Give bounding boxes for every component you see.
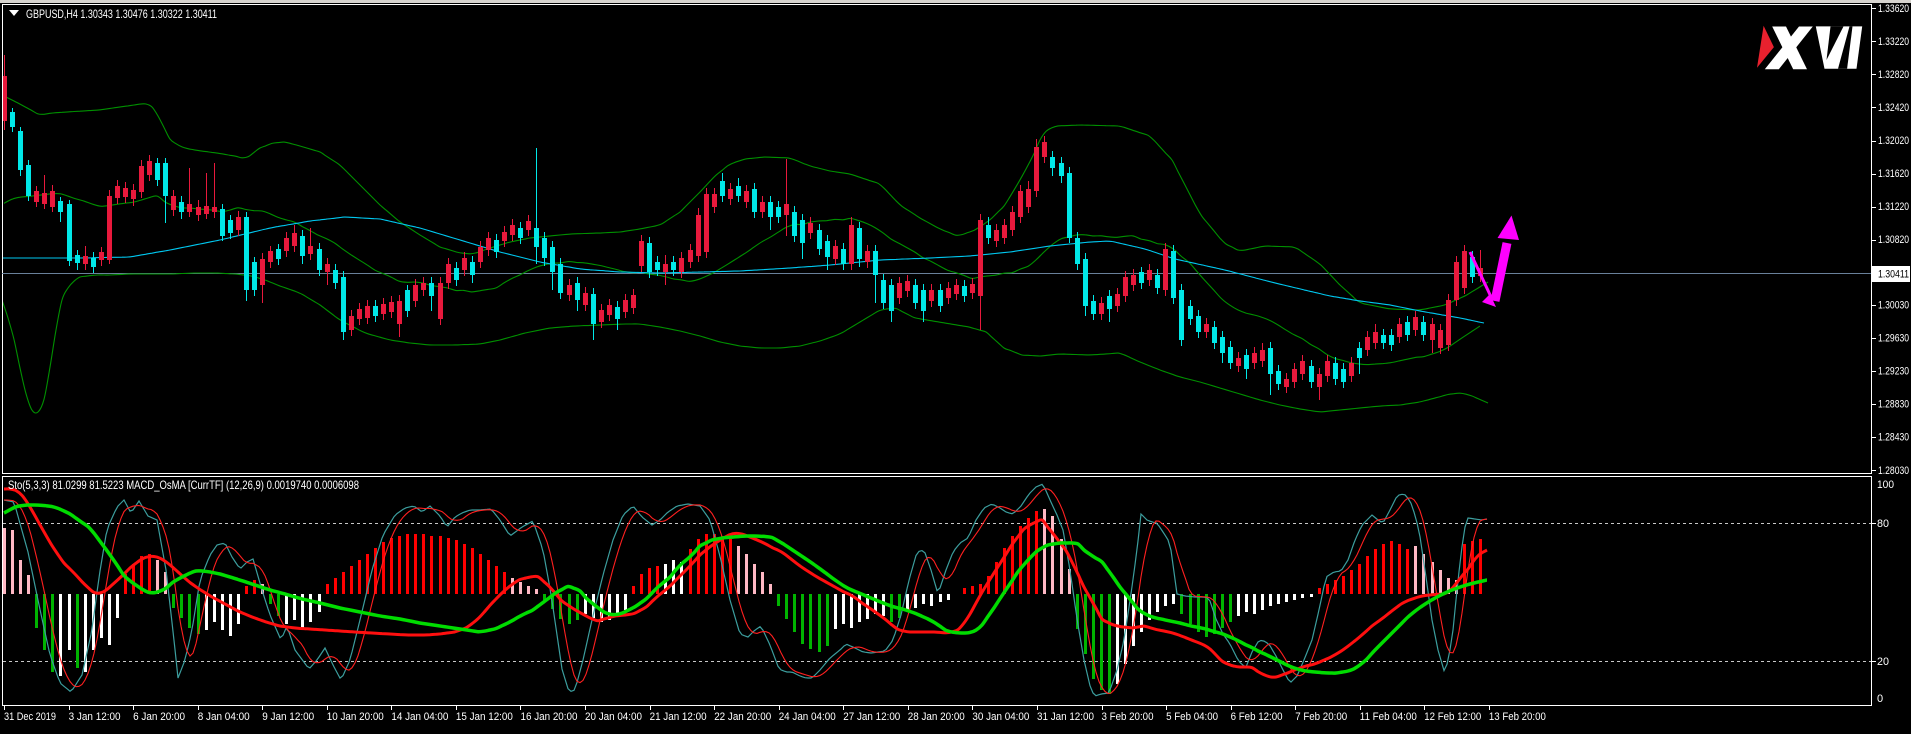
svg-text:1.29230: 1.29230 [1878, 366, 1909, 378]
svg-text:12 Feb 12:00: 12 Feb 12:00 [1424, 711, 1481, 723]
svg-text:1.29630: 1.29630 [1878, 333, 1909, 345]
svg-text:1.30030: 1.30030 [1878, 300, 1909, 312]
svg-text:6 Feb 12:00: 6 Feb 12:00 [1231, 711, 1283, 723]
svg-text:1.32020: 1.32020 [1878, 135, 1909, 147]
svg-text:20: 20 [1877, 656, 1889, 668]
svg-text:21 Jan 12:00: 21 Jan 12:00 [650, 711, 707, 723]
svg-text:22 Jan 20:00: 22 Jan 20:00 [714, 711, 771, 723]
svg-text:31 Dec 2019: 31 Dec 2019 [4, 711, 56, 723]
svg-text:11 Feb 04:00: 11 Feb 04:00 [1360, 711, 1417, 723]
svg-text:1.33220: 1.33220 [1878, 36, 1909, 48]
svg-text:1.28030: 1.28030 [1878, 465, 1909, 477]
svg-text:3 Jan 12:00: 3 Jan 12:00 [69, 711, 121, 723]
svg-text:1.28830: 1.28830 [1878, 399, 1909, 411]
svg-text:1.30411: 1.30411 [1878, 269, 1909, 281]
svg-text:13 Feb 20:00: 13 Feb 20:00 [1489, 711, 1546, 723]
svg-text:24 Jan 04:00: 24 Jan 04:00 [779, 711, 836, 723]
svg-text:1.33620: 1.33620 [1878, 3, 1909, 15]
svg-text:3 Feb 20:00: 3 Feb 20:00 [1102, 711, 1154, 723]
svg-text:7 Feb 20:00: 7 Feb 20:00 [1295, 711, 1347, 723]
svg-text:1.30820: 1.30820 [1878, 234, 1909, 246]
svg-text:28 Jan 20:00: 28 Jan 20:00 [908, 711, 965, 723]
svg-text:1.31220: 1.31220 [1878, 201, 1909, 213]
svg-text:8 Jan 04:00: 8 Jan 04:00 [198, 711, 250, 723]
svg-text:27 Jan 12:00: 27 Jan 12:00 [843, 711, 900, 723]
svg-text:100: 100 [1877, 479, 1894, 491]
svg-text:16 Jan 20:00: 16 Jan 20:00 [521, 711, 578, 723]
svg-text:0: 0 [1877, 693, 1883, 705]
svg-text:GBPUSD,H4 1.30343 1.30476 1.3: GBPUSD,H4 1.30343 1.30476 1.30322 1.3041… [26, 7, 217, 21]
svg-text:15 Jan 12:00: 15 Jan 12:00 [456, 711, 513, 723]
svg-text:Sto(5,3,3) 81.0299 81.5223 MA: Sto(5,3,3) 81.0299 81.5223 MACD_OsMA [Cu… [8, 478, 359, 492]
svg-text:80: 80 [1877, 518, 1889, 530]
svg-text:9 Jan 12:00: 9 Jan 12:00 [262, 711, 314, 723]
svg-text:31 Jan 12:00: 31 Jan 12:00 [1037, 711, 1094, 723]
svg-text:1.32820: 1.32820 [1878, 69, 1909, 81]
svg-text:6 Jan 20:00: 6 Jan 20:00 [133, 711, 185, 723]
svg-text:1.31620: 1.31620 [1878, 168, 1909, 180]
svg-text:20 Jan 04:00: 20 Jan 04:00 [585, 711, 642, 723]
svg-text:1.32420: 1.32420 [1878, 102, 1909, 114]
svg-text:1.28430: 1.28430 [1878, 432, 1909, 444]
svg-text:30 Jan 04:00: 30 Jan 04:00 [972, 711, 1029, 723]
svg-text:5 Feb 04:00: 5 Feb 04:00 [1166, 711, 1218, 723]
svg-text:10 Jan 20:00: 10 Jan 20:00 [327, 711, 384, 723]
svg-text:14 Jan 04:00: 14 Jan 04:00 [391, 711, 448, 723]
